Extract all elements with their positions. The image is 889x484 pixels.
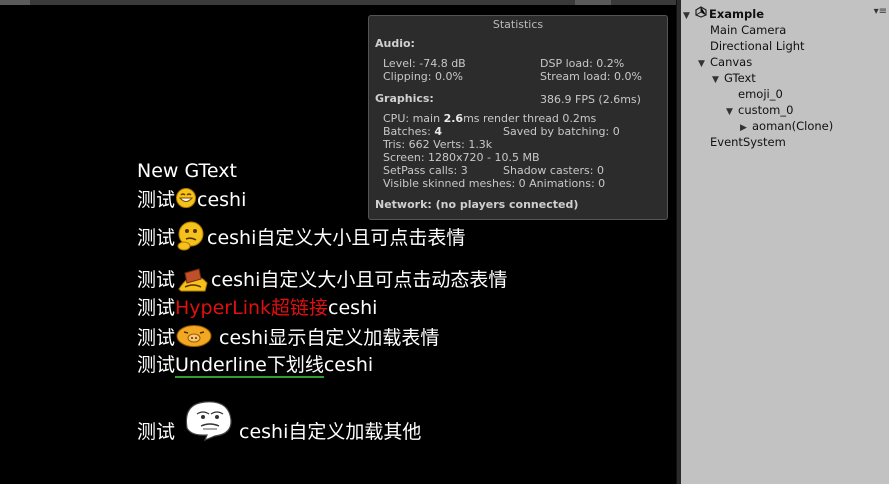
unity-scene-icon bbox=[695, 6, 709, 22]
expand-arrow-icon[interactable]: ▼ bbox=[698, 56, 710, 72]
toolbar-tab[interactable] bbox=[575, 0, 611, 5]
hyperlink-text[interactable]: HyperLink超链接 bbox=[175, 297, 328, 319]
gtext-line-custom-other: 测试 ceshi自定义加载其他 bbox=[137, 401, 421, 457]
scene-name: Example bbox=[709, 7, 764, 21]
hierarchy-item-aoman-clone[interactable]: ▶ aoman(Clone) bbox=[740, 118, 833, 134]
hierarchy-item-main-camera[interactable]: Main Camera bbox=[710, 22, 786, 38]
cpu-line: CPU: main 2.6ms render thread 0.2ms bbox=[383, 112, 597, 125]
statistics-panel: Statistics Audio: Level: -74.8 dB Clippi… bbox=[368, 15, 668, 220]
setpass-calls: SetPass calls: 3 bbox=[383, 164, 468, 177]
gtext-line-hyperlink[interactable]: 测试HyperLink超链接ceshi bbox=[137, 293, 377, 320]
hierarchy-item-directional-light[interactable]: Directional Light bbox=[710, 38, 805, 54]
graphics-header: Graphics: bbox=[375, 92, 434, 105]
audio-clipping: Clipping: 0.0% bbox=[383, 70, 463, 83]
gtext-title: New GText bbox=[137, 160, 237, 182]
skinned-meshes: Visible skinned meshes: 0 Animations: 0 bbox=[383, 177, 606, 190]
stream-load: Stream load: 0.0% bbox=[540, 70, 642, 83]
dsp-load: DSP load: 0.2% bbox=[540, 57, 625, 70]
tris-verts: Tris: 662 Verts: 1.3k bbox=[383, 138, 493, 151]
thinking-emoji-icon[interactable] bbox=[175, 220, 207, 257]
hierarchy-scene-row[interactable]: ▼ Example bbox=[683, 6, 764, 22]
pig-emoji-icon bbox=[175, 324, 213, 353]
batches-line: Batches: 4 bbox=[383, 125, 442, 138]
underline-text: Underline下划线 bbox=[175, 354, 324, 378]
network-status: Network: (no players connected) bbox=[375, 198, 579, 211]
hierarchy-item-eventsystem[interactable]: EventSystem bbox=[710, 134, 786, 150]
saved-by-batching: Saved by batching: 0 bbox=[503, 125, 620, 138]
audio-header: Audio: bbox=[375, 37, 415, 50]
shadow-casters: Shadow casters: 0 bbox=[503, 164, 604, 177]
hierarchy-item-custom-0[interactable]: ▼ custom_0 bbox=[726, 102, 793, 118]
audio-level: Level: -74.8 dB bbox=[383, 57, 466, 70]
hierarchy-menu-icon[interactable]: ▾≡ bbox=[874, 6, 887, 17]
gtext-line-custom-size[interactable]: 测试 ceshi自定义大小且可点击表情 bbox=[137, 220, 465, 257]
gtext-line-custom-load: 测试 ceshi显示自定义加载表情 bbox=[137, 323, 439, 353]
game-view[interactable]: Statistics Audio: Level: -74.8 dB Clippi… bbox=[0, 0, 676, 484]
gtext-line-emoji: 测试 ceshi bbox=[137, 185, 246, 214]
expand-arrow-icon[interactable]: ▼ bbox=[726, 104, 738, 120]
screen-info: Screen: 1280x720 - 10.5 MB bbox=[383, 151, 540, 164]
expand-arrow-icon[interactable]: ▼ bbox=[683, 8, 695, 24]
hierarchy-panel[interactable]: ▼ Example ▾≡ Main Camera Directional Lig… bbox=[681, 0, 889, 484]
gtext-line-underline: 测试Underline下划线ceshi bbox=[137, 354, 374, 378]
toolbar-tab[interactable] bbox=[0, 0, 30, 5]
hierarchy-item-emoji-0[interactable]: emoji_0 bbox=[738, 86, 783, 102]
hierarchy-item-gtext[interactable]: ▼ GText bbox=[712, 70, 756, 86]
statistics-title: Statistics bbox=[492, 18, 544, 31]
rage-face-icon bbox=[179, 398, 235, 447]
expand-arrow-icon[interactable]: ▼ bbox=[712, 72, 724, 88]
hierarchy-item-canvas[interactable]: ▼ Canvas bbox=[698, 54, 752, 70]
grin-emoji-icon bbox=[175, 187, 197, 214]
toolbar-strip bbox=[0, 0, 676, 5]
fps-readout: 386.9 FPS (2.6ms) bbox=[540, 93, 641, 106]
